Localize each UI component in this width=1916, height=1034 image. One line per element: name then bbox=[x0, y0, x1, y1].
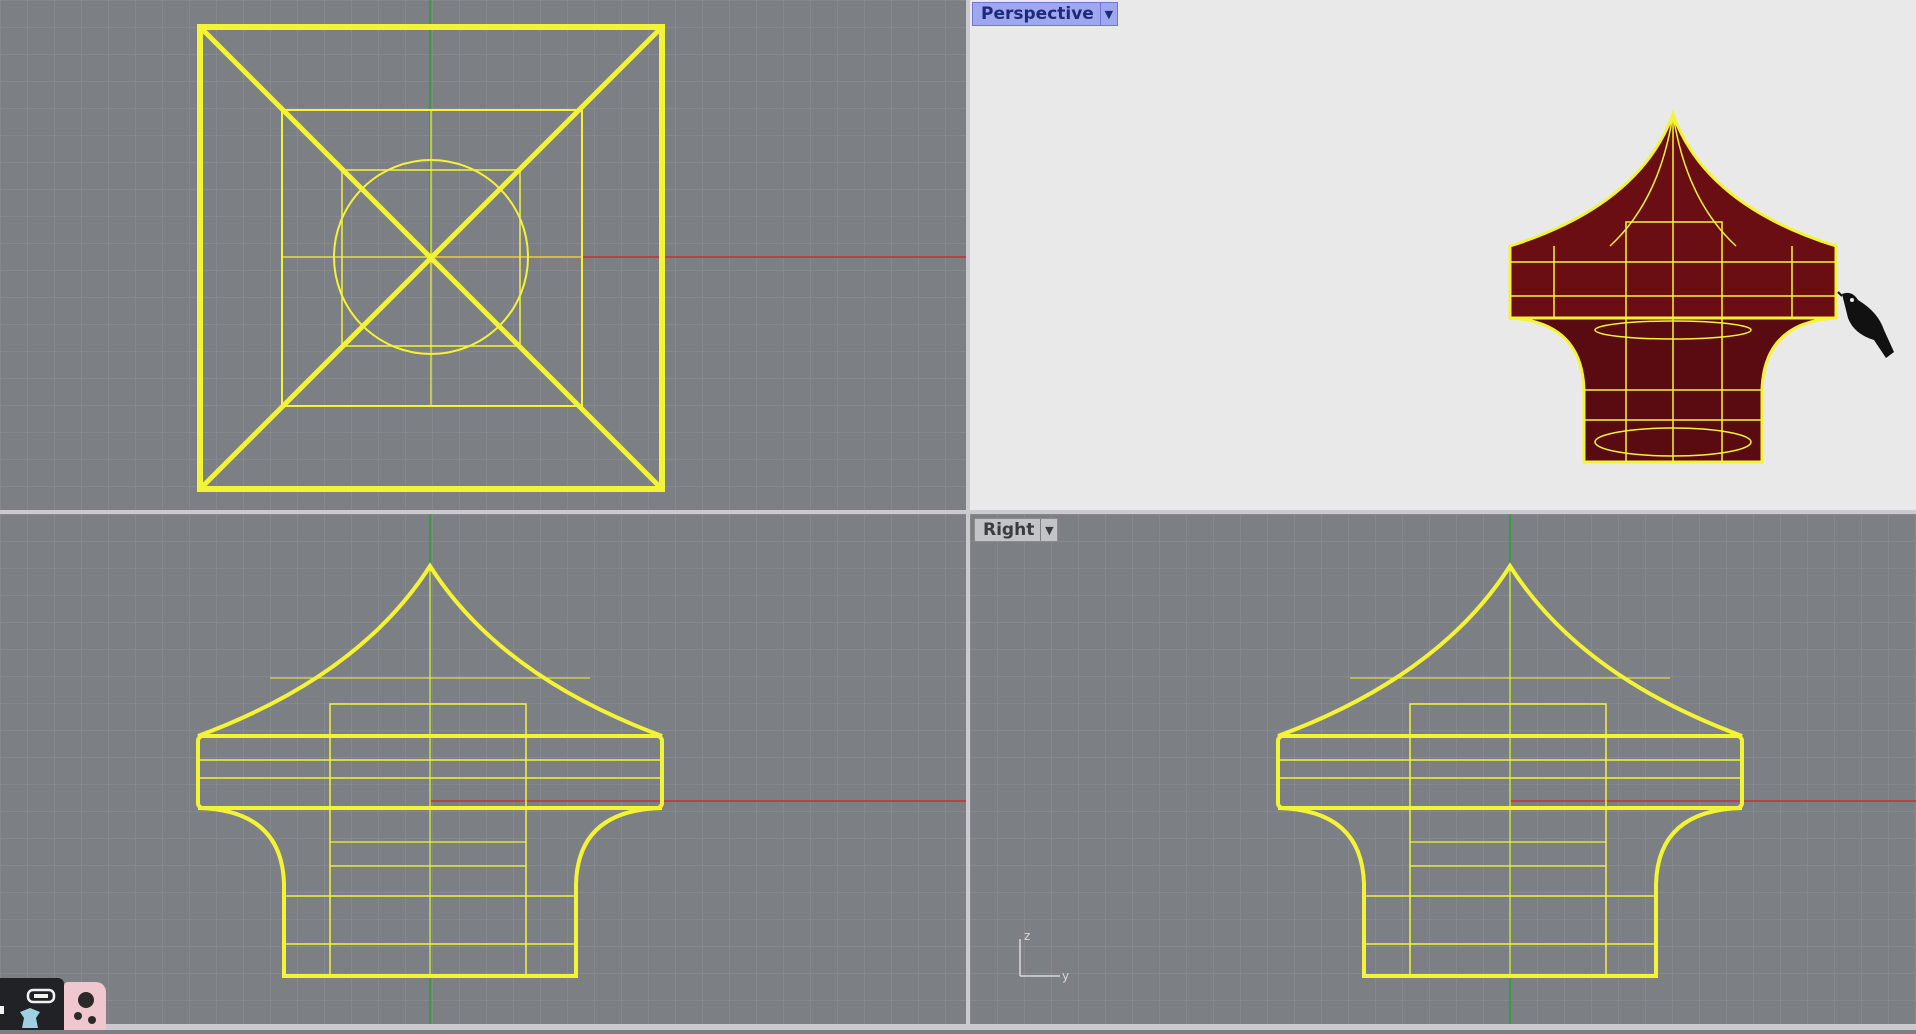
gamepad-icon[interactable] bbox=[26, 988, 56, 1004]
viewport-top[interactable] bbox=[0, 0, 966, 510]
chevron-down-icon[interactable]: ▼ bbox=[1099, 3, 1117, 25]
axis-widget-y-label: y bbox=[1062, 969, 1069, 983]
bottom-edge bbox=[0, 1024, 1916, 1030]
viewport-perspective[interactable]: Perspective ▼ bbox=[970, 0, 1916, 510]
viewport-label-text: Right bbox=[983, 520, 1035, 540]
right-view-canvas[interactable]: z y bbox=[970, 514, 1916, 1024]
chevron-down-icon[interactable]: ▼ bbox=[1040, 519, 1057, 541]
viewport-label-perspective[interactable]: Perspective ▼ bbox=[972, 2, 1118, 26]
pointer-icon[interactable] bbox=[20, 1008, 40, 1028]
viewport-divider-horizontal[interactable] bbox=[0, 510, 1916, 514]
perspective-canvas[interactable] bbox=[970, 0, 1916, 510]
controller-button-icon[interactable] bbox=[78, 992, 94, 1008]
viewport-front[interactable] bbox=[0, 514, 966, 1024]
viewport-divider-vertical[interactable] bbox=[966, 0, 970, 1030]
toolbar-marker bbox=[0, 1006, 4, 1014]
corner-toolbar bbox=[0, 978, 110, 1030]
controller-button-icon[interactable] bbox=[88, 1016, 96, 1024]
viewport-right[interactable]: z y Right ▼ bbox=[970, 514, 1916, 1024]
axis-widget-z-label: z bbox=[1024, 929, 1030, 943]
front-view-canvas[interactable] bbox=[0, 514, 966, 1024]
toolbar-dark-panel[interactable] bbox=[0, 978, 64, 1030]
controller-button-icon[interactable] bbox=[74, 1012, 82, 1020]
toolbar-pink-panel[interactable] bbox=[64, 982, 106, 1030]
top-view-canvas[interactable] bbox=[0, 0, 966, 510]
viewport-label-text: Perspective bbox=[981, 4, 1094, 24]
viewport-label-right[interactable]: Right ▼ bbox=[974, 518, 1059, 542]
